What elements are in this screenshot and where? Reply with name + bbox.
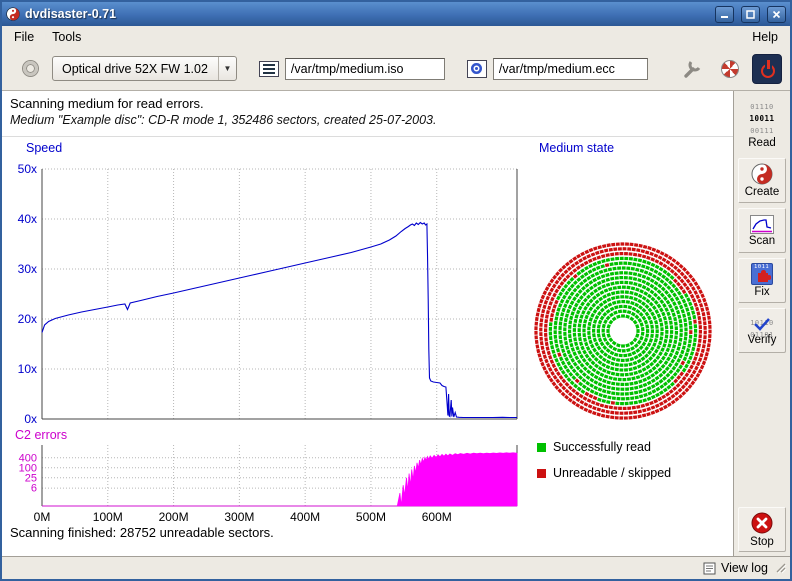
status-line-1: Scanning medium for read errors.: [10, 96, 204, 111]
medium-state-disc: [534, 242, 711, 419]
verify-check-icon: 10110 01101: [750, 316, 774, 333]
wrench-icon: [681, 58, 703, 80]
body: 0x10x20x30x40x50x4001002560M100M200M300M…: [2, 91, 790, 556]
main-area: 0x10x20x30x40x50x4001002560M100M200M300M…: [2, 91, 733, 556]
scan-label: Scan: [749, 235, 775, 247]
yin-yang-icon: [751, 163, 773, 185]
svg-text:500M: 500M: [356, 510, 386, 524]
menu-file[interactable]: File: [5, 28, 43, 46]
binary-icon: 01110 10011 00111: [749, 100, 774, 136]
iso-path-input[interactable]: [285, 58, 445, 80]
disc-drive-icon: [23, 61, 38, 76]
scan-result-text: Scanning finished: 28752 unreadable sect…: [10, 525, 274, 540]
read-label: Read: [748, 137, 776, 149]
svg-text:100M: 100M: [93, 510, 123, 524]
legend-swatch-unreadable: [537, 469, 546, 478]
stop-label: Stop: [750, 536, 774, 548]
svg-text:300M: 300M: [224, 510, 254, 524]
svg-text:600M: 600M: [422, 510, 452, 524]
medium-state-title: Medium state: [539, 141, 614, 155]
sidebar-button-scan[interactable]: Scan: [738, 208, 786, 253]
svg-text:0M: 0M: [34, 510, 51, 524]
titlebar: dvdisaster-0.71: [2, 2, 790, 26]
statusbar: View log: [2, 556, 790, 579]
menubar: File Tools Help: [2, 26, 790, 47]
minimize-button[interactable]: [715, 6, 734, 23]
separator: [2, 136, 733, 137]
fix-label: Fix: [754, 286, 769, 298]
scan-chart-icon: [750, 215, 774, 234]
app-icon: [6, 7, 20, 21]
menu-tools[interactable]: Tools: [43, 28, 90, 46]
toolbar: Optical drive 52X FW 1.02 ▼: [2, 47, 790, 91]
sidebar-button-read[interactable]: 01110 10011 00111 Read: [738, 96, 786, 153]
drive-selector-value: Optical drive 52X FW 1.02: [53, 62, 218, 76]
stop-icon: [750, 511, 774, 535]
maximize-icon: [746, 10, 755, 19]
svg-text:0x: 0x: [24, 412, 37, 426]
speed-chart-title: Speed: [26, 141, 62, 155]
checkmark-icon: [752, 316, 772, 332]
minimize-icon: [720, 10, 729, 19]
close-icon: [772, 10, 781, 19]
maximize-button[interactable]: [741, 6, 760, 23]
legend-row-read: Successfully read: [537, 440, 671, 454]
iso-image-icon: [259, 61, 279, 77]
svg-text:20x: 20x: [18, 312, 37, 326]
disc-pinwheel-icon: [721, 60, 739, 78]
drive-selector[interactable]: Optical drive 52X FW 1.02 ▼: [52, 56, 237, 81]
legend-label-unreadable: Unreadable / skipped: [553, 466, 671, 480]
quit-button[interactable]: [752, 54, 782, 84]
sidebar-button-create[interactable]: Create: [738, 158, 786, 203]
svg-text:10x: 10x: [18, 362, 37, 376]
svg-text:200M: 200M: [159, 510, 189, 524]
svg-text:40x: 40x: [18, 212, 37, 226]
legend-row-unreadable: Unreadable / skipped: [537, 466, 671, 480]
status-line-2: Medium "Example disc": CD-R mode 1, 3524…: [10, 113, 436, 127]
legend-label-read: Successfully read: [553, 440, 651, 454]
menu-help[interactable]: Help: [743, 28, 787, 46]
log-button[interactable]: [714, 53, 746, 85]
resize-grip[interactable]: [773, 560, 787, 576]
sidebar-button-fix[interactable]: 1011 Fix: [738, 258, 786, 303]
create-label: Create: [745, 186, 780, 198]
sidebar: 01110 10011 00111 Read Create: [733, 91, 790, 556]
legend-swatch-read: [537, 443, 546, 452]
c2-area: [42, 453, 517, 506]
speed-grid: 0x 10x 20x 30x 40x 50x: [18, 162, 517, 426]
c2-errors-title: C2 errors: [15, 428, 67, 442]
svg-text:30x: 30x: [18, 262, 37, 276]
view-log-icon: [703, 562, 716, 575]
svg-text:400M: 400M: [290, 510, 320, 524]
speed-curve: [42, 223, 517, 418]
ecc-path-input[interactable]: [493, 58, 648, 80]
medium-state-legend: Successfully read Unreadable / skipped: [537, 440, 671, 480]
puzzle-piece-icon: 1011: [751, 263, 773, 285]
sidebar-button-stop[interactable]: Stop: [738, 507, 786, 552]
view-log-button[interactable]: View log: [721, 561, 768, 575]
x-axis-labels: 0M 100M 200M 300M 400M 500M 600M: [34, 510, 452, 524]
sidebar-button-verify[interactable]: 10110 01101 Verify: [738, 308, 786, 353]
close-button[interactable]: [767, 6, 786, 23]
svg-text:6: 6: [31, 483, 37, 495]
charts-canvas: 0x10x20x30x40x50x4001002560M100M200M300M…: [2, 91, 732, 555]
app-window: dvdisaster-0.71 File Tools Help Optical …: [0, 0, 792, 581]
eject-drive-button[interactable]: [14, 53, 46, 85]
chevron-down-icon: ▼: [218, 57, 236, 80]
preferences-button[interactable]: [676, 53, 708, 85]
svg-text:50x: 50x: [18, 162, 37, 176]
window-title: dvdisaster-0.71: [25, 7, 708, 21]
ecc-file-icon: [467, 60, 487, 78]
